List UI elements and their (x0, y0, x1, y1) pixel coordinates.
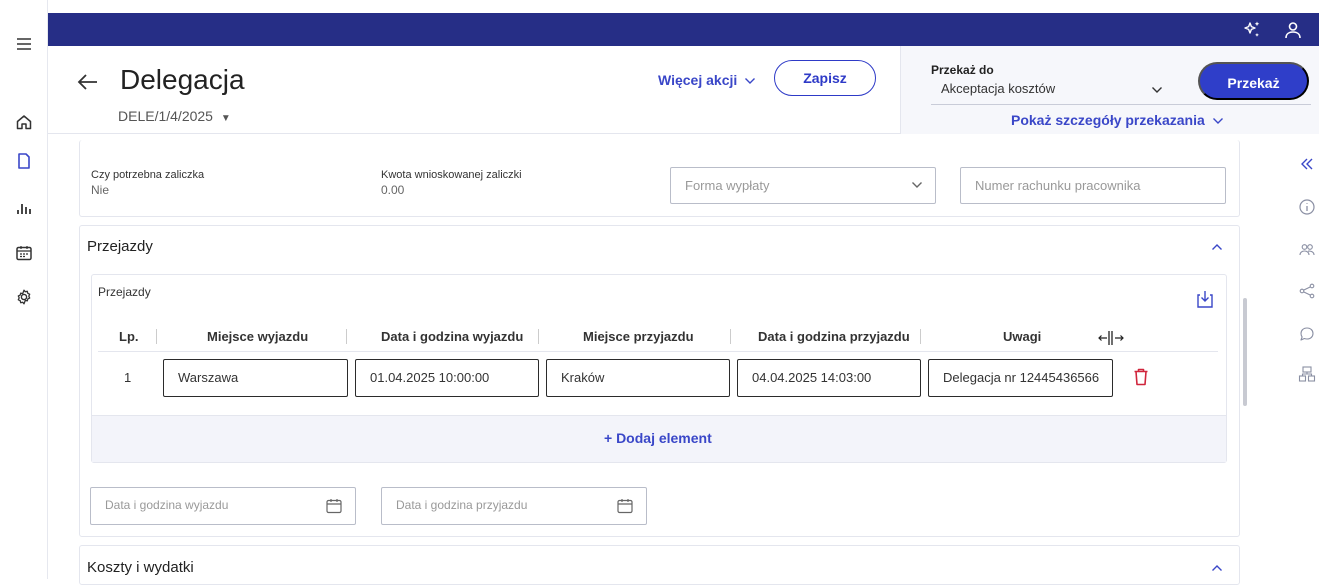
document-header: Delegacja DELE/1/4/2025 ▼ Więcej akcji Z… (48, 46, 1319, 134)
delete-icon[interactable] (1133, 368, 1149, 386)
document-number-selector[interactable]: DELE/1/4/2025 ▼ (118, 108, 231, 124)
more-actions-label: Więcej akcji (658, 72, 738, 88)
back-arrow-icon[interactable] (76, 72, 100, 92)
advance-amount-label: Kwota wnioskowanej zaliczki (381, 169, 522, 181)
export-icon[interactable] (1196, 289, 1214, 309)
handover-select-value[interactable]: Akceptacja kosztów (941, 81, 1055, 96)
workflow-icon[interactable] (1298, 365, 1316, 383)
column-header-lp: Lp. (119, 329, 139, 344)
handover-details-label: Pokaż szczegóły przekazania (1011, 112, 1205, 128)
document-icon[interactable] (14, 151, 34, 171)
column-header-notes: Uwagi (1003, 329, 1042, 344)
scrollbar-thumb[interactable] (1243, 298, 1247, 406)
calendar-icon (617, 499, 633, 514)
departure-datetime-filter-placeholder: Data i godzina wyjazdu (105, 498, 229, 512)
column-separator (346, 329, 347, 344)
column-separator (156, 329, 157, 344)
home-icon[interactable] (14, 112, 34, 132)
column-header-departure-datetime: Data i godzina wyjazdu (381, 329, 524, 344)
sparkle-icon[interactable] (1241, 19, 1263, 41)
arrival-datetime-input[interactable]: 04.04.2025 14:03:00 (737, 359, 921, 397)
add-element-button[interactable]: + Dodaj element (604, 430, 712, 446)
departure-datetime-input[interactable]: 01.04.2025 10:00:00 (355, 359, 539, 397)
save-button[interactable]: Zapisz (774, 60, 876, 96)
comment-icon[interactable] (1298, 325, 1316, 343)
chevron-up-icon[interactable] (1211, 243, 1223, 251)
bar-chart-icon[interactable] (14, 198, 34, 218)
departure-place-input[interactable]: Warszawa (163, 359, 348, 397)
advance-amount-value: 0.00 (381, 183, 405, 197)
page-title: Delegacja (120, 64, 245, 95)
departure-datetime-filter[interactable]: Data i godzina wyjazdu (90, 487, 356, 525)
column-separator (920, 329, 921, 344)
arrival-place-input[interactable]: Kraków (546, 359, 730, 397)
calendar-icon (326, 499, 342, 514)
hamburger-icon[interactable] (14, 34, 34, 54)
calendar-icon[interactable] (14, 243, 34, 263)
row-number: 1 (124, 370, 132, 385)
chevron-down-icon (912, 182, 922, 188)
users-icon[interactable] (1298, 241, 1316, 259)
column-separator (730, 329, 731, 344)
trips-table-title: Przejazdy (98, 285, 151, 299)
top-bar (48, 13, 1319, 46)
more-actions-button[interactable]: Więcej akcji (658, 72, 756, 88)
header-divider (98, 351, 1218, 352)
select-underline (931, 104, 1311, 105)
chevron-down-icon (1212, 118, 1223, 124)
collapse-double-chevron-icon[interactable] (1298, 155, 1316, 173)
document-number: DELE/1/4/2025 (118, 108, 213, 124)
costs-section-title: Koszty i wydatki (87, 559, 194, 576)
advance-needed-label: Czy potrzebna zaliczka (91, 169, 205, 181)
user-icon[interactable] (1282, 19, 1304, 41)
share-icon[interactable] (1298, 282, 1316, 300)
chevron-down-icon (745, 78, 756, 84)
account-number-input[interactable]: Numer rachunku pracownika (960, 167, 1226, 204)
arrival-datetime-filter-placeholder: Data i godzina przyjazdu (396, 498, 528, 512)
trips-section-title: Przejazdy (87, 238, 153, 255)
info-icon[interactable] (1298, 198, 1316, 216)
payment-form-placeholder: Forma wypłaty (685, 178, 770, 193)
arrival-datetime-filter[interactable]: Data i godzina przyjazdu (381, 487, 647, 525)
left-navigation (0, 0, 48, 579)
advance-needed-value: Nie (91, 183, 110, 197)
show-handover-details-link[interactable]: Pokaż szczegóły przekazania (1011, 112, 1224, 128)
handover-label: Przekaż do (931, 63, 994, 77)
column-header-arrival-datetime: Data i godzina przyjazdu (758, 329, 910, 344)
handover-button[interactable]: Przekaż (1198, 62, 1309, 100)
chevron-down-icon[interactable] (1151, 86, 1163, 94)
chevron-up-icon[interactable] (1211, 564, 1223, 572)
caret-down-icon: ▼ (220, 113, 231, 124)
payment-form-select[interactable]: Forma wypłaty (670, 167, 936, 204)
notes-input[interactable]: Delegacja nr 12445436566 (928, 359, 1113, 397)
column-header-arrival-place: Miejsce przyjazdu (583, 329, 694, 344)
column-header-departure-place: Miejsce wyjazdu (207, 329, 309, 344)
gear-icon[interactable] (14, 287, 34, 307)
handover-panel: Przekaż do Akceptacja kosztów Przekaż Po… (900, 46, 1319, 134)
column-resize-handle-icon[interactable] (1096, 329, 1126, 347)
costs-section (79, 545, 1240, 585)
column-separator (538, 329, 539, 344)
